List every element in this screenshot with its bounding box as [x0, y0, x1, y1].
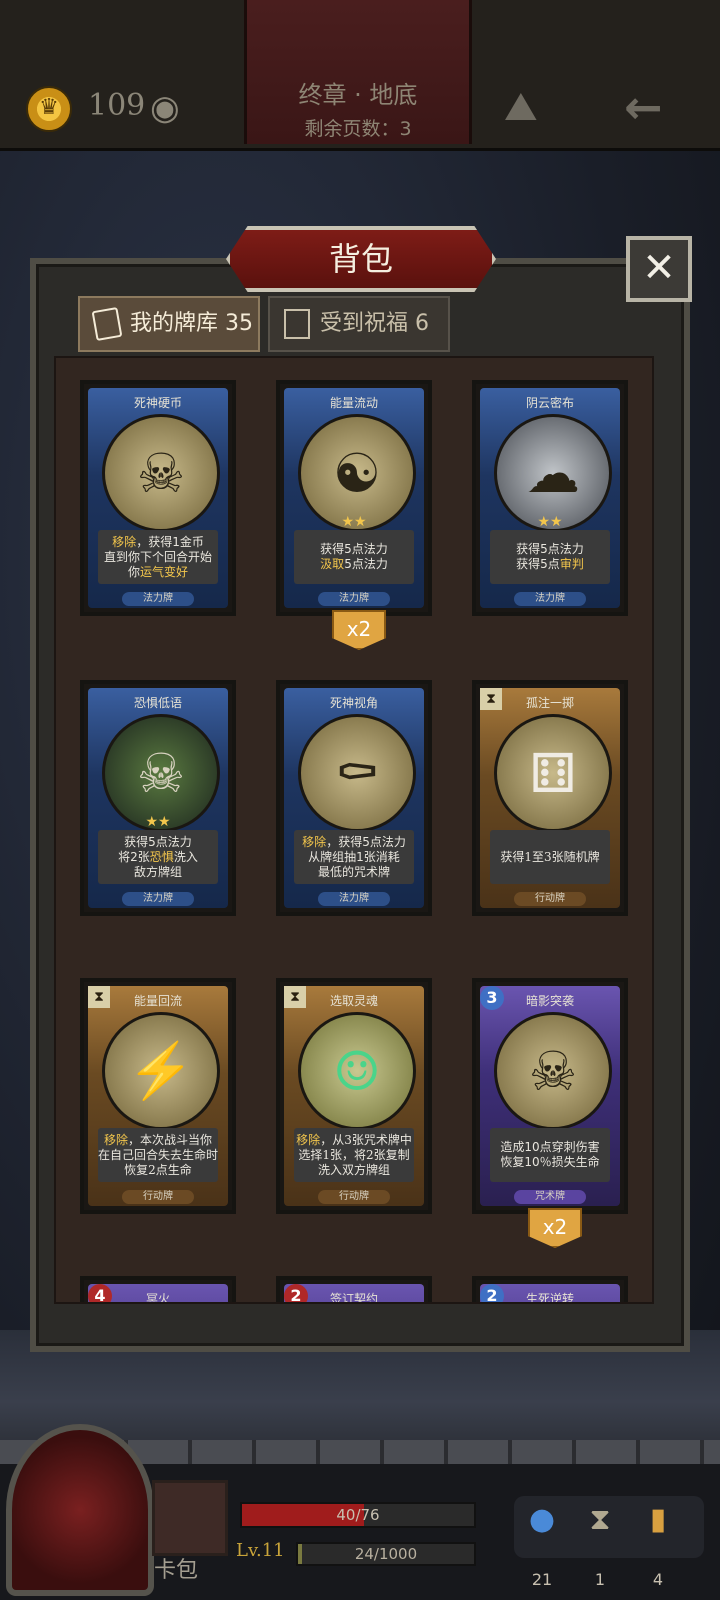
panel-title: 背包 — [226, 226, 496, 292]
card-item[interactable]: 能量流动 ☯ ★★ 获得5点法力 汲取5点法力 法力牌 — [276, 380, 432, 616]
card-item[interactable]: 4 冥火 — [80, 1276, 236, 1304]
card-art: ⚅ — [494, 714, 612, 832]
card-type: 法力牌 — [122, 892, 194, 906]
tab-label: 受到祝福 6 — [320, 311, 429, 336]
card-item[interactable]: 2 签订契约 — [276, 1276, 432, 1304]
potion-icon[interactable]: ● — [522, 1502, 562, 1537]
card-item[interactable]: ⧗ 选取灵魂 ☺ 移除，从3张咒术牌中 选择1张，将2张复制 洗入双方牌组 行动… — [276, 978, 432, 1214]
card-name: 能量流动 — [329, 396, 378, 410]
card-icon — [91, 306, 123, 342]
card-name: 死神硬币 — [133, 396, 182, 410]
card-type: 行动牌 — [122, 1190, 194, 1204]
card-description: 造成10点穿刺伤害 恢复10％损失生命 — [490, 1128, 610, 1182]
card-count-badge: x2 — [332, 610, 386, 650]
reaper-icon: ☠ — [136, 741, 186, 805]
character-portrait[interactable] — [6, 1424, 154, 1596]
dice-icon: ⚅ — [529, 741, 577, 805]
card-name: 选取灵魂 — [329, 994, 378, 1008]
health-text: 40/76 — [336, 1506, 380, 1524]
card-name: 能量回流 — [133, 994, 182, 1008]
card-item[interactable]: 死神硬币 ☠ 移除，获得1金币 直到你下个回合开始 你运气变好 法力牌 — [80, 380, 236, 616]
card-art: ⚡ — [102, 1012, 220, 1130]
energy-swirl-icon: ☯ — [332, 441, 382, 505]
tab-my-deck[interactable]: 我的牌库 35 — [78, 296, 260, 352]
health-bar: 40/76 — [240, 1502, 476, 1528]
card-description: 获得1至3张随机牌 — [490, 830, 610, 884]
card-description: 移除，获得5点法力 从牌组抽1张消耗 最低的咒术牌 — [294, 830, 414, 884]
potion-count: 21 — [531, 1570, 553, 1589]
card-name: 孤注一掷 — [525, 696, 574, 710]
tab-blessings[interactable]: 受到祝福 6 — [268, 296, 450, 352]
card-name: 签订契约 — [329, 1292, 378, 1304]
card-description: 获得5点法力 获得5点审判 — [490, 530, 610, 584]
card-item[interactable]: ⧗ 能量回流 ⚡ 移除，本次战斗当你 在自己回合失去生命时 恢复2点生命 行动牌 — [80, 978, 236, 1214]
card-type: 法力牌 — [122, 592, 194, 606]
tab-label: 我的牌库 35 — [130, 311, 253, 336]
card-stars: ★★ — [145, 814, 171, 830]
gold-amount: 109 — [88, 88, 146, 123]
skull-coin-icon: ☠ — [136, 441, 186, 505]
card-description: 获得5点法力 汲取5点法力 — [294, 530, 414, 584]
card-item[interactable]: 阴云密布 ☁ ★★ 获得5点法力 获得5点审判 法力牌 — [472, 380, 628, 616]
gold-coin-icon: ♛ — [26, 86, 72, 132]
card-item[interactable]: 3 暗影突袭 ☠ 造成10点穿刺伤害 恢复10％损失生命 咒术牌 — [472, 978, 628, 1214]
card-item[interactable]: 恐惧低语 ☠ ★★ 获得5点法力 将2张恐惧洗入 敌方牌组 法力牌 — [80, 680, 236, 916]
gift-icon — [284, 309, 310, 339]
card-type: 法力牌 — [318, 592, 390, 606]
deck-book-icon[interactable] — [152, 1480, 228, 1556]
card-name: 死神视角 — [329, 696, 378, 710]
chapter-title: 终章 · 地底 — [298, 81, 418, 109]
card-art: ☠ — [102, 414, 220, 532]
xp-bar: 24/1000 — [296, 1542, 476, 1566]
card-name: 阴云密布 — [525, 396, 574, 410]
card-item[interactable]: 死神视角 ⚰ 移除，获得5点法力 从牌组抽1张消耗 最低的咒术牌 法力牌 — [276, 680, 432, 916]
map-icon[interactable]: ⛰ — [504, 84, 538, 130]
back-arrow-icon[interactable]: ← — [624, 80, 663, 134]
level-label: Lv.11 — [236, 1540, 285, 1561]
card-description: 移除，本次战斗当你 在自己回合失去生命时 恢复2点生命 — [98, 1128, 218, 1182]
ghost-icon: ☺ — [332, 1039, 382, 1103]
pages-left: 剩余页数：3 — [304, 118, 412, 140]
card-item[interactable]: 2 生死逆转 — [472, 1276, 628, 1304]
cards-count: 4 — [652, 1570, 664, 1589]
card-stars: ★★ — [341, 514, 367, 530]
close-button[interactable]: ✕ — [626, 236, 692, 302]
card-count-badge: x2 — [528, 1208, 582, 1248]
card-art: ⚰ — [298, 714, 416, 832]
card-type: 咒术牌 — [514, 1190, 586, 1204]
card-type: 行动牌 — [514, 892, 586, 906]
card-description: 移除，获得1金币 直到你下个回合开始 你运气变好 — [98, 530, 218, 584]
reaper-view-icon: ⚰ — [334, 741, 380, 805]
xp-text: 24/1000 — [354, 1545, 418, 1563]
cards-icon[interactable]: ▮ — [638, 1502, 678, 1537]
top-bar: ♛ 109 ◉ 终章 · 地底 剩余页数：3 ⛰ ← — [0, 0, 720, 151]
cloud-icon: ☁ — [526, 441, 580, 505]
card-type: 行动牌 — [318, 1190, 390, 1204]
scythe-reaper-icon: ☠ — [528, 1039, 578, 1103]
card-grid[interactable]: 死神硬币 ☠ 移除，获得1金币 直到你下个回合开始 你运气变好 法力牌 能量流动… — [54, 356, 654, 1304]
chapter-banner: 终章 · 地底 剩余页数：3 — [244, 0, 472, 144]
card-name: 生死逆转 — [525, 1292, 574, 1304]
hourglass-icon[interactable]: ⧗ — [580, 1502, 620, 1537]
card-name: 暗影突袭 — [525, 994, 574, 1008]
view-icon[interactable]: ◉ — [150, 88, 180, 128]
card-description: 移除，从3张咒术牌中 选择1张，将2张复制 洗入双方牌组 — [294, 1128, 414, 1182]
card-type: 法力牌 — [318, 892, 390, 906]
lightning-mage-icon: ⚡ — [127, 1039, 195, 1102]
card-item[interactable]: ⧗ 孤注一掷 ⚅ 获得1至3张随机牌 行动牌 — [472, 680, 628, 916]
card-name: 恐惧低语 — [133, 696, 182, 710]
hourglass-count: 1 — [594, 1570, 606, 1589]
card-art: ☺ — [298, 1012, 416, 1130]
card-stars: ★★ — [537, 514, 563, 530]
card-type: 法力牌 — [514, 592, 586, 606]
card-art: ☠ — [494, 1012, 612, 1130]
card-description: 获得5点法力 将2张恐惧洗入 敌方牌组 — [98, 830, 218, 884]
card-name: 冥火 — [145, 1292, 170, 1304]
deck-label: 卡包 — [154, 1558, 199, 1583]
